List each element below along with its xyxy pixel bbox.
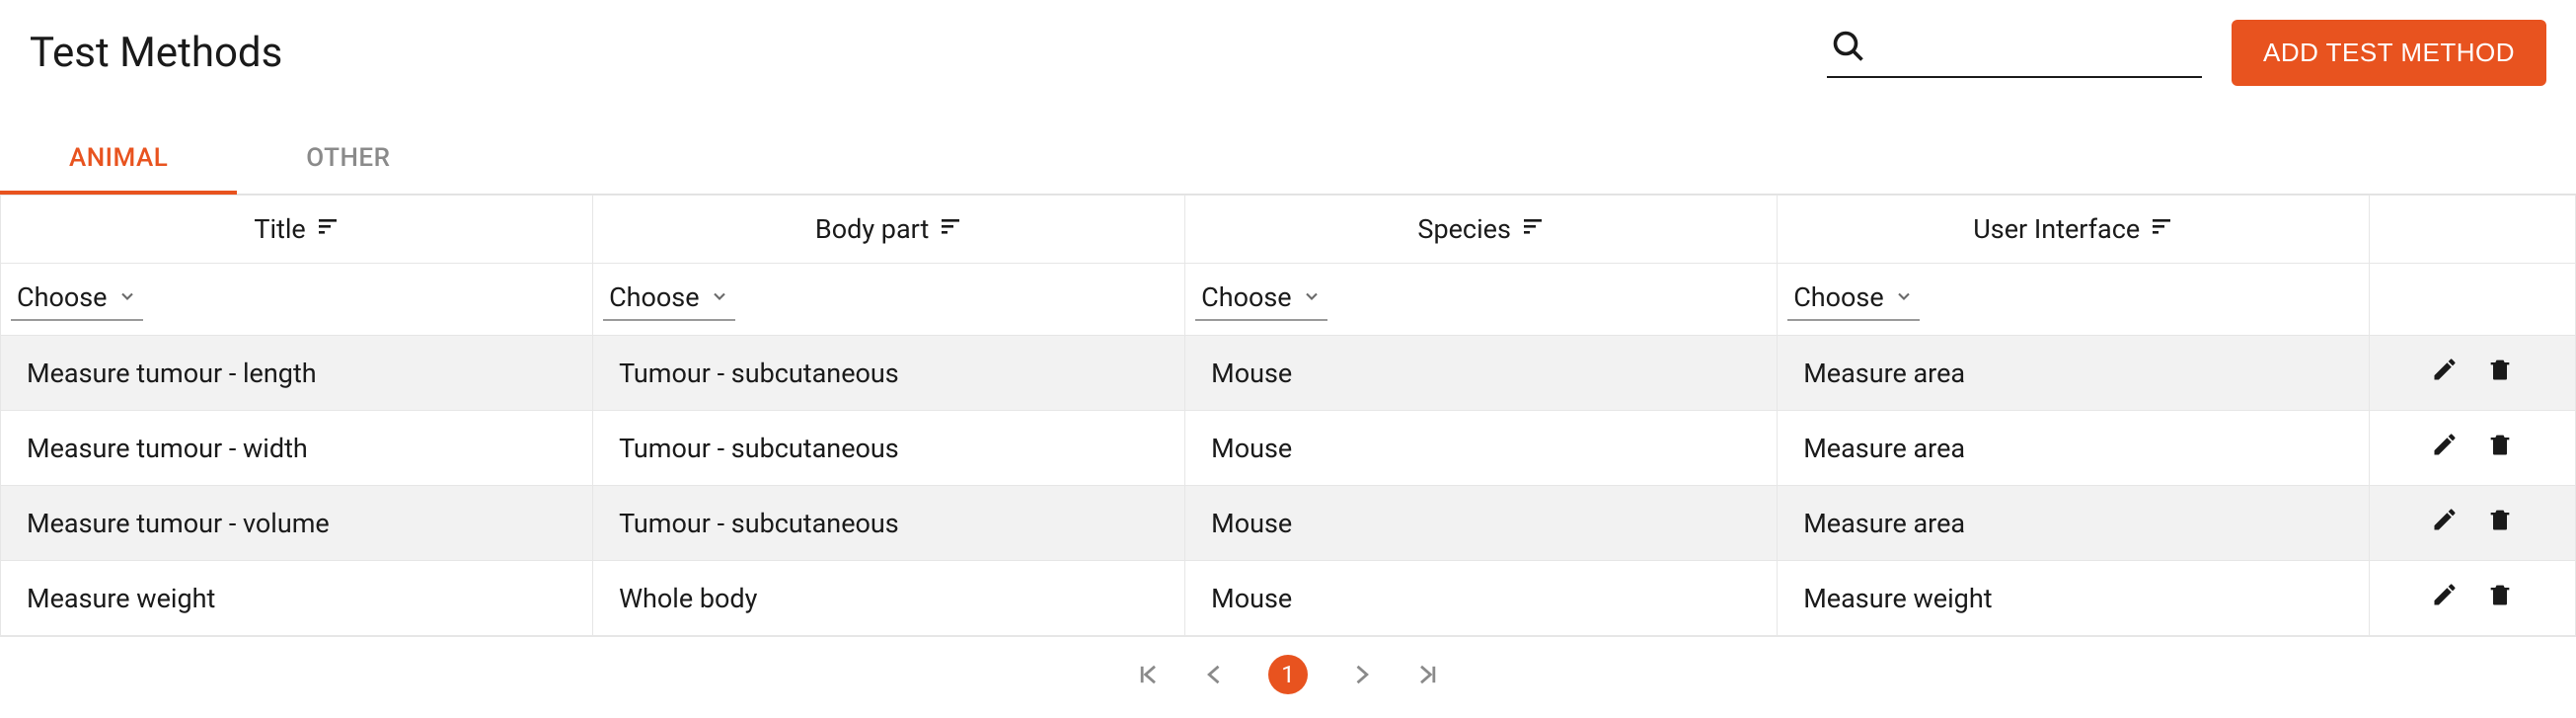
page-title: Test Methods: [30, 29, 282, 77]
delete-button[interactable]: [2486, 356, 2514, 390]
sort-icon: [1521, 213, 1545, 245]
cell-actions: [2370, 336, 2576, 411]
cell-species: Mouse: [1185, 561, 1778, 636]
chevron-down-icon: [117, 281, 137, 313]
filter-ui-label: Choose: [1793, 281, 1884, 313]
trash-icon: [2486, 431, 2514, 465]
delete-button[interactable]: [2486, 506, 2514, 540]
search-field-wrap[interactable]: [1827, 29, 2202, 78]
search-icon: [1827, 29, 1866, 68]
cell-species: Mouse: [1185, 411, 1778, 486]
add-test-method-button[interactable]: ADD TEST METHOD: [2232, 20, 2546, 86]
cell-species: Mouse: [1185, 486, 1778, 561]
cell-title: Measure weight: [1, 561, 593, 636]
page-container: Test Methods ADD TEST METHOD ANIMAL OTHE…: [0, 0, 2576, 718]
cell-actions: [2370, 486, 2576, 561]
col-header-title[interactable]: Title: [1, 196, 593, 264]
table-header-row: Title Body part: [1, 196, 2576, 264]
table-row: Measure tumour - volumeTumour - subcutan…: [1, 486, 2576, 561]
tab-other[interactable]: OTHER: [237, 125, 459, 194]
test-methods-table: Title Body part: [0, 195, 2576, 636]
table-filter-row: Choose Choose: [1, 264, 2576, 336]
cell-actions: [2370, 561, 2576, 636]
pagination-next-button[interactable]: [1347, 661, 1375, 688]
cell-ui: Measure area: [1778, 411, 2370, 486]
trash-icon: [2486, 581, 2514, 615]
pagination-first-button[interactable]: [1134, 661, 1162, 688]
cell-body-part: Tumour - subcutaneous: [593, 411, 1185, 486]
delete-button[interactable]: [2486, 431, 2514, 465]
col-header-actions: [2370, 196, 2576, 264]
col-header-body-part-label: Body part: [815, 213, 929, 245]
cell-ui: Measure area: [1778, 486, 2370, 561]
sort-icon: [939, 213, 962, 245]
col-header-species-label: Species: [1417, 213, 1510, 245]
sort-icon: [2150, 213, 2173, 245]
trash-icon: [2486, 506, 2514, 540]
filter-body-part-select[interactable]: Choose: [603, 278, 735, 321]
col-header-species[interactable]: Species: [1185, 196, 1778, 264]
table-row: Measure tumour - lengthTumour - subcutan…: [1, 336, 2576, 411]
pencil-icon: [2431, 506, 2459, 540]
pagination-prev-button[interactable]: [1201, 661, 1229, 688]
delete-button[interactable]: [2486, 581, 2514, 615]
edit-button[interactable]: [2431, 356, 2459, 390]
cell-species: Mouse: [1185, 336, 1778, 411]
pencil-icon: [2431, 356, 2459, 390]
tab-bar: ANIMAL OTHER: [0, 125, 2576, 195]
cell-title: Measure tumour - length: [1, 336, 593, 411]
table-row: Measure tumour - widthTumour - subcutane…: [1, 411, 2576, 486]
sort-icon: [316, 213, 340, 245]
cell-ui: Measure area: [1778, 336, 2370, 411]
cell-ui: Measure weight: [1778, 561, 2370, 636]
col-header-ui[interactable]: User Interface: [1778, 196, 2370, 264]
pencil-icon: [2431, 581, 2459, 615]
search-input[interactable]: [1866, 33, 2202, 68]
cell-title: Measure tumour - width: [1, 411, 593, 486]
table-row: Measure weightWhole bodyMouseMeasure wei…: [1, 561, 2576, 636]
page-header: Test Methods ADD TEST METHOD: [0, 0, 2576, 96]
cell-body-part: Whole body: [593, 561, 1185, 636]
pagination-last-button[interactable]: [1414, 661, 1442, 688]
col-header-title-label: Title: [254, 213, 305, 245]
filter-body-part-label: Choose: [609, 281, 700, 313]
edit-button[interactable]: [2431, 506, 2459, 540]
filter-title-select[interactable]: Choose: [11, 278, 143, 321]
chevron-down-icon: [710, 281, 729, 313]
filter-title-label: Choose: [17, 281, 108, 313]
edit-button[interactable]: [2431, 431, 2459, 465]
edit-button[interactable]: [2431, 581, 2459, 615]
tab-animal[interactable]: ANIMAL: [0, 125, 237, 195]
cell-actions: [2370, 411, 2576, 486]
trash-icon: [2486, 356, 2514, 390]
cell-body-part: Tumour - subcutaneous: [593, 486, 1185, 561]
header-actions: ADD TEST METHOD: [1827, 20, 2546, 86]
chevron-down-icon: [1302, 281, 1322, 313]
col-header-ui-label: User Interface: [1973, 213, 2140, 245]
col-header-body-part[interactable]: Body part: [593, 196, 1185, 264]
pagination: 1: [0, 636, 2576, 718]
pagination-page-1[interactable]: 1: [1268, 655, 1308, 694]
chevron-down-icon: [1894, 281, 1914, 313]
cell-body-part: Tumour - subcutaneous: [593, 336, 1185, 411]
filter-ui-select[interactable]: Choose: [1787, 278, 1920, 321]
pencil-icon: [2431, 431, 2459, 465]
filter-species-select[interactable]: Choose: [1195, 278, 1327, 321]
cell-title: Measure tumour - volume: [1, 486, 593, 561]
filter-species-label: Choose: [1201, 281, 1292, 313]
